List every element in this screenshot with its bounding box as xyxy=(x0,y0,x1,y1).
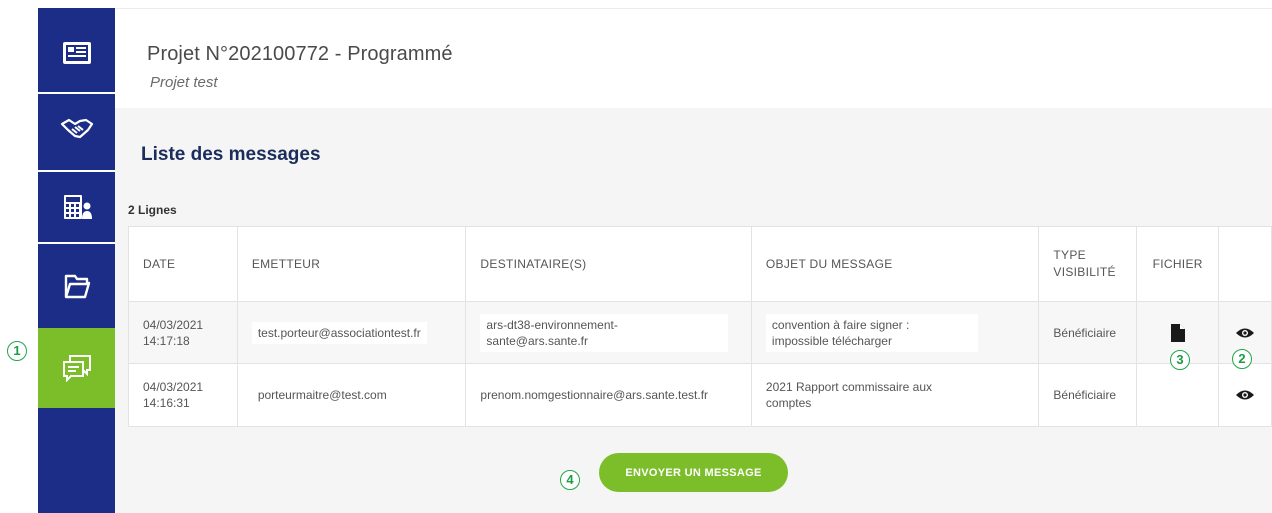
column-header-sender[interactable]: EMETTEUR xyxy=(238,227,467,301)
messages-panel: Liste des messages 2 Lignes DATE EMETTEU… xyxy=(115,108,1272,513)
chat-icon xyxy=(62,355,91,383)
recipients-line1: prenom.nomgestionnaire@ars.sante.test.fr xyxy=(480,388,709,402)
page: Projet N°202100772 - Programmé Projet te… xyxy=(0,0,1272,513)
message-sender: test.porteur@associationtest.fr xyxy=(251,321,427,344)
callout-marker-3: 3 xyxy=(1170,350,1190,370)
message-date: 04/03/2021 xyxy=(143,317,204,332)
messages-table: DATE EMETTEUR DESTINATAIRE(S) OBJET DU M… xyxy=(128,226,1272,427)
column-header-actions xyxy=(1219,227,1271,301)
sidebar-item-messages[interactable] xyxy=(38,328,115,408)
subject-line1: 2021 Rapport commissaire aux xyxy=(765,380,932,394)
subject-cell: 2021 Rapport commissaire aux comptes xyxy=(752,364,1040,426)
subject-line2: impossible télécharger xyxy=(771,333,892,348)
project-header: Projet N°202100772 - Programmé Projet te… xyxy=(115,8,1272,108)
subject-line2: comptes xyxy=(765,396,812,410)
message-sender: porteurmaitre@test.com xyxy=(251,384,393,406)
callout-marker-1: 1 xyxy=(7,341,27,361)
visibility-cell: Bénéficiaire xyxy=(1039,364,1138,426)
file-cell xyxy=(1137,364,1220,426)
view-eye-icon[interactable] xyxy=(1236,327,1255,339)
subject-line1: convention à faire signer : xyxy=(771,317,910,332)
column-header-visibility-line1: TYPE xyxy=(1053,248,1086,262)
sidebar-item-budget[interactable] xyxy=(38,172,115,242)
calculator-icon xyxy=(63,195,92,219)
message-time: 14:17:18 xyxy=(143,333,190,348)
page-title: Projet N°202100772 - Programmé xyxy=(147,43,453,65)
column-header-date[interactable]: DATE xyxy=(129,227,238,301)
date-cell: 04/03/2021 14:17:18 xyxy=(129,302,238,363)
recipients-cell: prenom.nomgestionnaire@ars.sante.test.fr xyxy=(466,364,752,426)
subject-cell: convention à faire signer : impossible t… xyxy=(752,302,1040,363)
message-recipients: ars-dt38-environnement- sante@ars.sante.… xyxy=(480,313,729,352)
visibility-cell: Bénéficiaire xyxy=(1039,302,1138,363)
id-card-icon xyxy=(62,42,91,64)
table-header-row: DATE EMETTEUR DESTINATAIRE(S) OBJET DU M… xyxy=(129,227,1271,302)
sidebar-item-partners[interactable] xyxy=(38,94,115,164)
message-subject: 2021 Rapport commissaire aux comptes xyxy=(766,379,932,411)
message-time: 14:16:31 xyxy=(143,396,190,410)
section-title: Liste des messages xyxy=(141,144,321,165)
table-row: 04/03/2021 14:16:31 porteurmaitre@test.c… xyxy=(129,364,1271,426)
handshake-icon xyxy=(60,118,93,139)
row-count: 2 Lignes xyxy=(128,203,177,217)
column-header-subject[interactable]: OBJET DU MESSAGE xyxy=(752,227,1040,301)
recipients-line2: sante@ars.sante.fr xyxy=(486,333,588,348)
sidebar xyxy=(38,8,115,513)
sender-cell: test.porteur@associationtest.fr xyxy=(238,302,467,363)
table-row: 04/03/2021 14:17:18 test.porteur@associa… xyxy=(129,302,1271,364)
sidebar-item-project-card[interactable] xyxy=(38,22,115,84)
view-eye-icon[interactable] xyxy=(1236,389,1255,401)
file-download-icon[interactable] xyxy=(1170,323,1185,342)
column-header-file[interactable]: FICHIER xyxy=(1137,227,1220,301)
column-header-recipients[interactable]: DESTINATAIRE(S) xyxy=(466,227,752,301)
page-subtitle: Projet test xyxy=(150,74,218,91)
callout-marker-2: 2 xyxy=(1232,349,1252,369)
message-recipients: prenom.nomgestionnaire@ars.sante.test.fr xyxy=(480,387,708,403)
date-cell: 04/03/2021 14:16:31 xyxy=(129,364,238,426)
sender-cell: porteurmaitre@test.com xyxy=(238,364,467,426)
sidebar-item-documents[interactable] xyxy=(38,244,115,328)
column-header-visibility-line2: VISIBILITÉ xyxy=(1053,265,1116,279)
send-message-button[interactable]: ENVOYER UN MESSAGE xyxy=(599,453,788,492)
recipients-line1: ars-dt38-environnement- xyxy=(486,317,618,332)
message-date: 04/03/2021 xyxy=(143,380,204,394)
callout-marker-4: 4 xyxy=(560,470,580,490)
column-header-visibility[interactable]: TYPE VISIBILITÉ xyxy=(1039,227,1138,301)
folder-icon xyxy=(64,274,90,299)
view-cell xyxy=(1219,364,1271,426)
message-subject: convention à faire signer : impossible t… xyxy=(765,313,978,352)
recipients-cell: ars-dt38-environnement- sante@ars.sante.… xyxy=(466,302,752,363)
